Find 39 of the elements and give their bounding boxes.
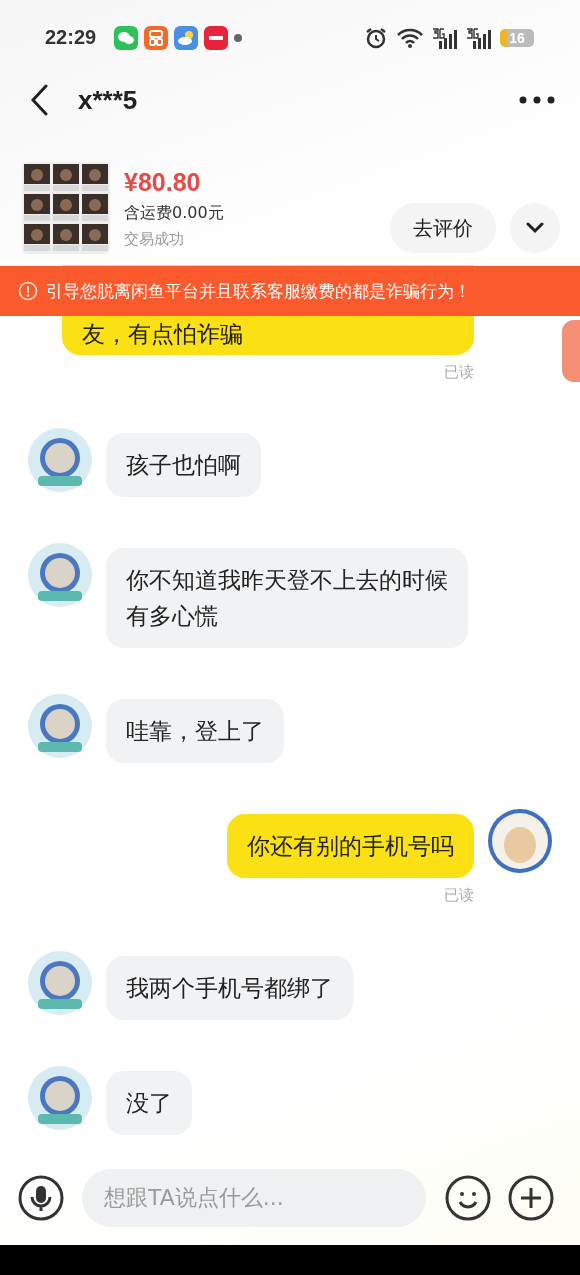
weather-app-icon [174,25,199,50]
signal-icon [432,26,458,49]
chevron-down-icon [526,222,544,234]
notes-app-icon [204,25,229,50]
battery-level: 16 [509,29,525,46]
status-time: 22:29 [45,26,97,49]
message-bubble: 没了 [106,1071,192,1135]
expand-button[interactable] [510,203,560,253]
message-bubble: 孩子也怕啊 [106,433,261,497]
avatar-icon [488,809,552,873]
emoji-icon[interactable] [445,1174,491,1221]
review-button[interactable]: 去评价 [390,203,496,253]
dot-icon [234,33,243,42]
product-price: ¥80.80 [124,167,202,197]
message-bubble: 我两个手机号都绑了 [106,956,353,1020]
message-input[interactable]: 想跟TA说点什么... [82,1168,426,1227]
shipping-fee: 含运费0.00元 [124,202,225,224]
read-receipt: 已读 [444,363,474,382]
avatar-icon [28,694,92,758]
avatar-icon [28,543,92,607]
avatar-icon [28,1066,92,1130]
avatar-icon [28,428,92,492]
alert-icon [18,281,38,301]
chat-app-icon [114,25,139,50]
wifi-icon [396,26,424,49]
back-icon[interactable] [30,84,50,116]
trade-status: 交易成功 [124,229,185,249]
alarm-icon [364,25,388,50]
grid-app-icon [144,25,169,50]
message-bubble: 哇靠，登上了 [106,699,284,763]
plus-icon[interactable] [508,1174,554,1221]
more-icon[interactable] [519,96,555,104]
microphone-icon[interactable] [18,1174,64,1221]
message-bubble: 你还有别的手机号吗 [227,814,474,878]
message-bubble: 你不知道我昨天登不上去的时候有多心慌 [106,548,468,648]
avatar-icon [28,951,92,1015]
read-receipt: 已读 [444,886,474,905]
signal-icon [466,26,492,49]
chat-title: x***5 [78,84,139,116]
